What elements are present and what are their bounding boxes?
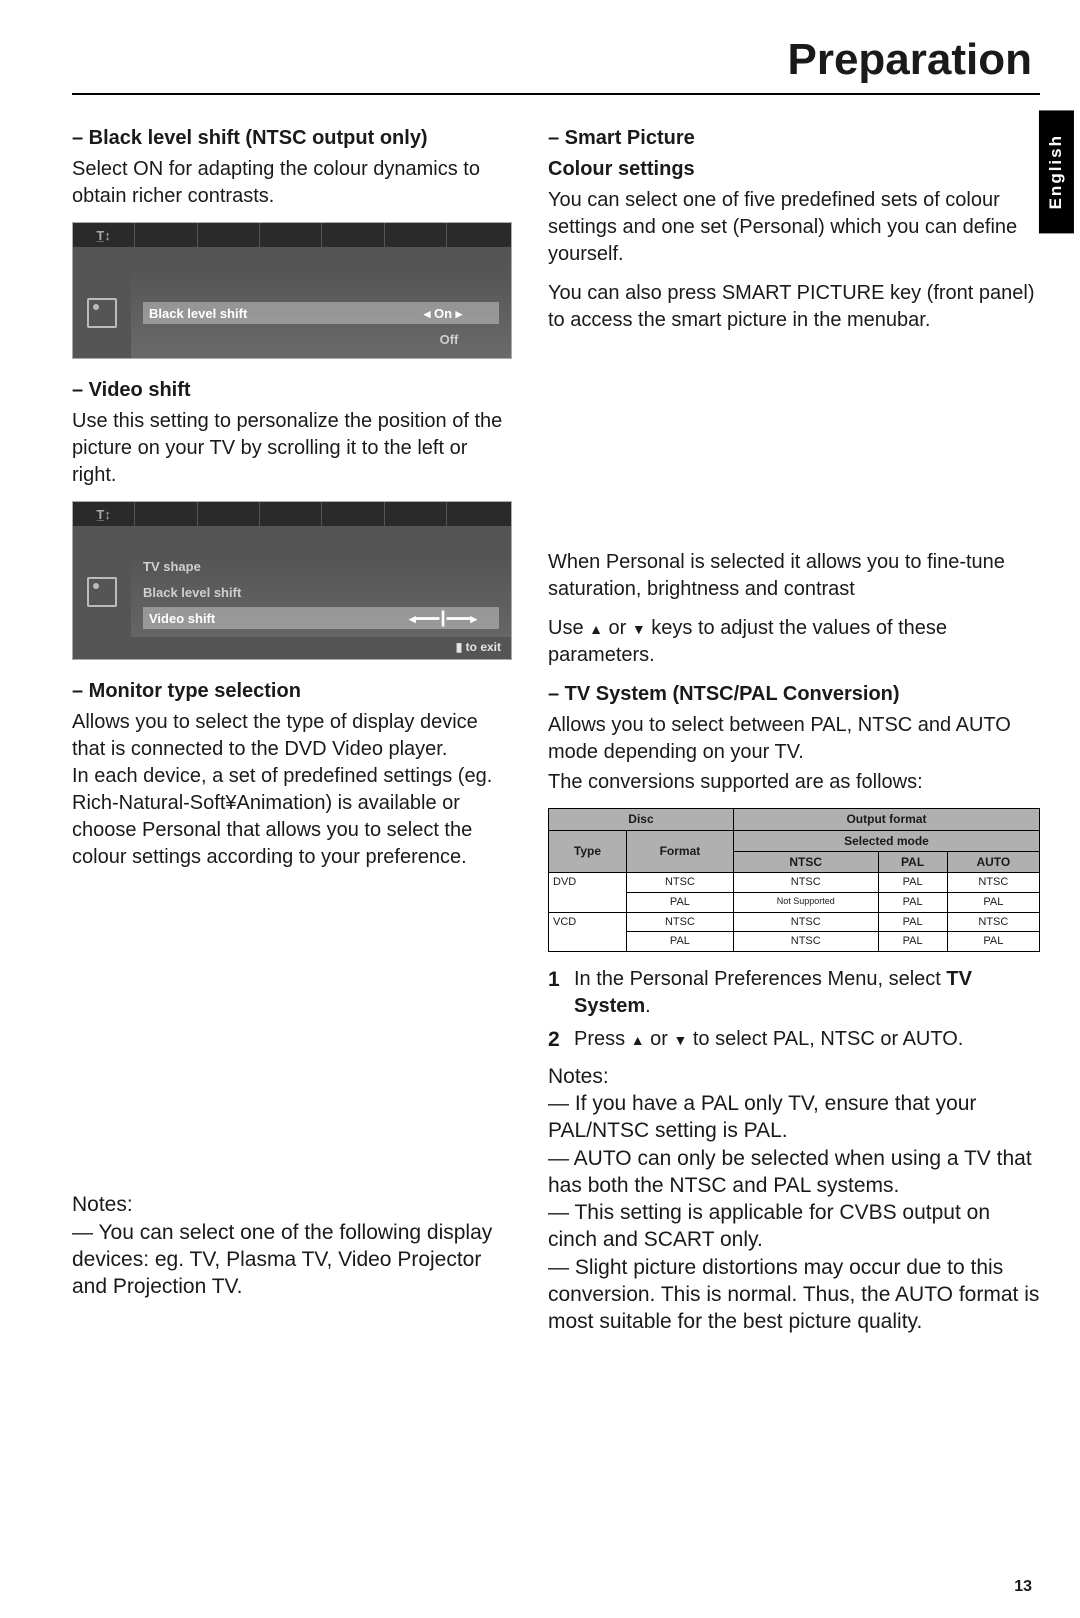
text-tvsys2: The conversions supported are as follows… [548, 769, 1040, 796]
td: PAL [878, 912, 947, 932]
osd2-slider: ◂━━━┃━━━▸ [393, 610, 493, 628]
page-number: 13 [1014, 1576, 1032, 1598]
osd-video-shift: T̲↕ TV shape Black level shift Video shi… [72, 501, 512, 660]
td: PAL [878, 892, 947, 912]
notes-l1: — You can select one of the following di… [72, 1219, 512, 1301]
right-column: – Smart Picture Colour settings You can … [548, 119, 1040, 1335]
th-out: Output format [733, 809, 1039, 830]
note-r3: — This setting is applicable for CVBS ou… [548, 1199, 1040, 1254]
up-arrow-icon [631, 1028, 645, 1050]
td: PAL [626, 892, 733, 912]
osd2-key: Video shift [149, 610, 393, 628]
screen-icon [87, 298, 117, 328]
osd2-bls: Black level shift [143, 584, 499, 602]
td: NTSC [626, 872, 733, 892]
down-arrow-icon [632, 617, 646, 639]
th-pal: PAL [878, 851, 947, 872]
td: NTSC [626, 912, 733, 932]
td: PAL [878, 872, 947, 892]
step-1: 1 In the Personal Preferences Menu, sele… [548, 966, 1040, 1020]
td: Not Supported [733, 892, 878, 912]
osd-black-level: T̲↕ Black level shift◂ On ▸ Off [72, 222, 512, 359]
td: NTSC [733, 932, 878, 952]
text-tvsys1: Allows you to select between PAL, NTSC a… [548, 712, 1040, 766]
screen-icon [87, 577, 117, 607]
td: PAL [878, 932, 947, 952]
text-monitor: Allows you to select the type of display… [72, 709, 512, 871]
heading-monitor: – Monitor type selection [72, 678, 512, 705]
osd2-tvshape: TV shape [143, 558, 499, 576]
notes-label: Notes: [548, 1063, 1040, 1090]
language-tab: English [1039, 110, 1074, 233]
notes-left: Notes: — You can select one of the follo… [72, 1191, 512, 1300]
note-r1: — If you have a PAL only TV, ensure that… [548, 1090, 1040, 1145]
td: NTSC [947, 912, 1039, 932]
heading-black-level: – Black level shift (NTSC output only) [72, 125, 512, 152]
text-smart1: You can select one of five predefined se… [548, 187, 1040, 268]
subheading-colour: Colour settings [548, 156, 1040, 183]
note-r4: — Slight picture distortions may occur d… [548, 1254, 1040, 1336]
text-black-level: Select ON for adapting the colour dynami… [72, 156, 512, 210]
notes-right: Notes: — If you have a PAL only TV, ensu… [548, 1063, 1040, 1336]
td: NTSC [733, 912, 878, 932]
heading-smart: – Smart Picture [548, 125, 1040, 152]
th-format: Format [626, 830, 733, 872]
text-video-shift: Use this setting to personalize the posi… [72, 408, 512, 489]
step-2: 2 Press or to select PAL, NTSC or AUTO. [548, 1026, 1040, 1054]
td: NTSC [947, 872, 1039, 892]
osd1-key: Black level shift [149, 305, 393, 323]
heading-tvsys: – TV System (NTSC/PAL Conversion) [548, 681, 1040, 708]
td: PAL [947, 892, 1039, 912]
note-r2: — AUTO can only be selected when using a… [548, 1145, 1040, 1200]
th-sel: Selected mode [733, 830, 1039, 851]
td: NTSC [733, 872, 878, 892]
td: VCD [549, 912, 627, 952]
page-title: Preparation [72, 30, 1040, 95]
heading-video-shift: – Video shift [72, 377, 512, 404]
down-arrow-icon [673, 1028, 687, 1050]
th-auto: AUTO [947, 851, 1039, 872]
td: PAL [626, 932, 733, 952]
notes-label: Notes: [72, 1191, 512, 1218]
left-column: – Black level shift (NTSC output only) S… [72, 119, 512, 1335]
osd1-val-off: Off [399, 331, 499, 349]
up-arrow-icon [589, 617, 603, 639]
th-type: Type [549, 830, 627, 872]
text-smart2: You can also press SMART PICTURE key (fr… [548, 280, 1040, 334]
text-personal: When Personal is selected it allows you … [548, 549, 1040, 603]
osd2-tab-icon: T̲↕ [73, 502, 135, 526]
td: PAL [947, 932, 1039, 952]
th-disc: Disc [549, 809, 734, 830]
osd1-val-on: ◂ On ▸ [393, 305, 493, 323]
osd-tab-icon: T̲↕ [73, 223, 135, 247]
osd2-footer: ▮ to exit [73, 637, 511, 659]
th-ntsc: NTSC [733, 851, 878, 872]
td: DVD [549, 872, 627, 912]
text-personal-keys: Use or keys to adjust the values of thes… [548, 615, 1040, 669]
conversion-table: Disc Output format Type Format Selected … [548, 808, 1040, 952]
